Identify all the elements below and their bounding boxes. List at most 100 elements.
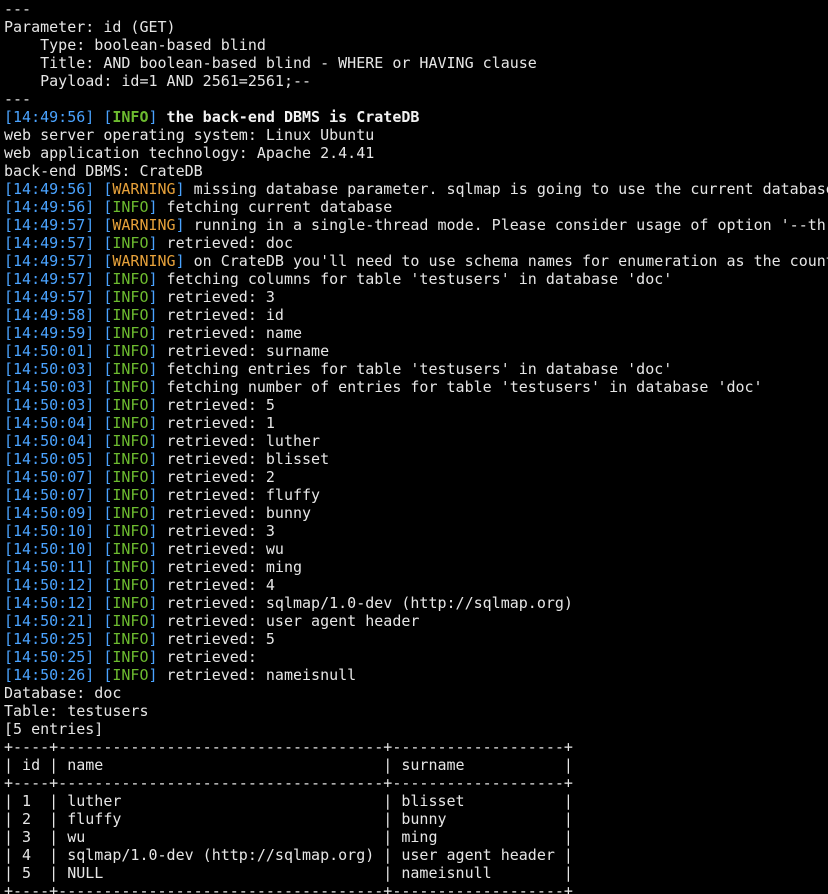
- log-message: missing database parameter. sqlmap is go…: [193, 180, 828, 198]
- output-line: Parameter: id (GET): [4, 18, 176, 36]
- timestamp: 14:49:56: [13, 198, 86, 216]
- log-message: retrieved: 3: [157, 522, 275, 540]
- log-message: retrieved: nameisnull: [157, 666, 357, 684]
- timestamp: 14:49:56: [13, 108, 86, 126]
- output-line: Table: testusers: [4, 702, 149, 720]
- dump-table: +----+----------------------------------…: [4, 738, 828, 894]
- log-line: [14:50:05] [INFO] retrieved: blisset: [4, 450, 330, 468]
- log-line: [14:50:11] [INFO] retrieved: ming: [4, 558, 303, 576]
- output-line: Database: doc: [4, 684, 122, 702]
- log-level: INFO: [112, 288, 149, 306]
- table-row: | 4 | sqlmap/1.0-dev (http://sqlmap.org)…: [4, 846, 573, 864]
- log-message: running in a single-thread mode. Please …: [193, 216, 828, 234]
- timestamp: 14:50:11: [13, 558, 86, 576]
- timestamp: 14:50:09: [13, 504, 86, 522]
- log-message: retrieved: luther: [157, 432, 321, 450]
- log-message: retrieved: 4: [157, 576, 275, 594]
- log-level: WARNING: [112, 216, 176, 234]
- output-line: web application technology: Apache 2.4.4…: [4, 144, 375, 162]
- log-message: retrieved: 3: [157, 288, 275, 306]
- table-row: | 5 | NULL | nameisnull |: [4, 864, 573, 882]
- log-level: INFO: [112, 576, 149, 594]
- output-line: Title: AND boolean-based blind - WHERE o…: [4, 54, 537, 72]
- log-message: retrieved: ming: [157, 558, 303, 576]
- timestamp: 14:50:12: [13, 594, 86, 612]
- log-line: [14:50:09] [INFO] retrieved: bunny: [4, 504, 312, 522]
- timestamp: 14:50:26: [13, 666, 86, 684]
- log-output: [14:49:56] [WARNING] missing database pa…: [4, 180, 828, 684]
- log-message: retrieved:: [157, 648, 257, 666]
- output-line: [5 entries]: [4, 720, 104, 738]
- log-level: INFO: [112, 378, 149, 396]
- timestamp: 14:50:01: [13, 342, 86, 360]
- output-line: back-end DBMS: CrateDB: [4, 162, 203, 180]
- server-info: web server operating system: Linux Ubunt…: [4, 126, 828, 180]
- log-line: [14:50:04] [INFO] retrieved: luther: [4, 432, 321, 450]
- log-message: retrieved: doc: [157, 234, 293, 252]
- timestamp: 14:49:58: [13, 306, 86, 324]
- timestamp: 14:50:03: [13, 396, 86, 414]
- log-message: retrieved: id: [157, 306, 284, 324]
- table-row: | 3 | wu | ming |: [4, 828, 573, 846]
- timestamp: 14:50:07: [13, 468, 86, 486]
- log-message: retrieved: blisset: [157, 450, 330, 468]
- timestamp: 14:50:21: [13, 612, 86, 630]
- output-line: Type: boolean-based blind: [4, 36, 266, 54]
- log-level: WARNING: [112, 252, 176, 270]
- log-message: retrieved: 1: [157, 414, 275, 432]
- log-line: [14:49:57] [WARNING] running in a single…: [4, 216, 828, 234]
- timestamp: 14:50:12: [13, 576, 86, 594]
- log-line: [14:50:03] [INFO] fetching entries for t…: [4, 360, 673, 378]
- log-message: fetching entries for table 'testusers' i…: [157, 360, 673, 378]
- log-level: INFO: [112, 306, 149, 324]
- log-level: INFO: [112, 630, 149, 648]
- log-level: INFO: [112, 396, 149, 414]
- log-level: WARNING: [112, 180, 176, 198]
- dbms-detected-log-line: [14:49:56] [INFO] the back-end DBMS is C…: [4, 108, 420, 126]
- log-level: INFO: [112, 234, 149, 252]
- log-line: [14:50:07] [INFO] retrieved: fluffy: [4, 486, 321, 504]
- log-line: [14:49:57] [INFO] retrieved: 3: [4, 288, 275, 306]
- table-row: +----+----------------------------------…: [4, 774, 573, 792]
- output-line: ---: [4, 0, 32, 18]
- log-message: fetching number of entries for table 'te…: [157, 378, 763, 396]
- timestamp: 14:49:57: [13, 252, 86, 270]
- log-level: INFO: [112, 648, 149, 666]
- terminal-window[interactable]: --- Parameter: id (GET) Type: boolean-bas…: [0, 0, 828, 894]
- log-message: retrieved: sqlmap/1.0-dev (http://sqlmap…: [157, 594, 573, 612]
- log-level: INFO: [112, 594, 149, 612]
- log-level: INFO: [112, 504, 149, 522]
- timestamp: 14:50:10: [13, 522, 86, 540]
- timestamp: 14:49:57: [13, 270, 86, 288]
- log-level: INFO: [112, 450, 149, 468]
- log-level: INFO: [112, 360, 149, 378]
- timestamp: 14:50:03: [13, 378, 86, 396]
- log-line: [14:49:57] [WARNING] on CrateDB you'll n…: [4, 252, 828, 270]
- timestamp: 14:50:07: [13, 486, 86, 504]
- log-line: [14:49:57] [INFO] retrieved: doc: [4, 234, 293, 252]
- log-line: [14:50:12] [INFO] retrieved: 4: [4, 576, 275, 594]
- log-level: INFO: [112, 522, 149, 540]
- table-row: | 1 | luther | blisset |: [4, 792, 573, 810]
- output-line: web server operating system: Linux Ubunt…: [4, 126, 375, 144]
- log-line: [14:50:01] [INFO] retrieved: surname: [4, 342, 330, 360]
- timestamp: 14:50:05: [13, 450, 86, 468]
- log-level: INFO: [112, 108, 149, 126]
- log-line: [14:50:04] [INFO] retrieved: 1: [4, 414, 275, 432]
- timestamp: 14:50:04: [13, 432, 86, 450]
- timestamp: 14:50:25: [13, 630, 86, 648]
- log-line: [14:49:57] [INFO] fetching columns for t…: [4, 270, 673, 288]
- log-message: fetching current database: [157, 198, 393, 216]
- timestamp: 14:50:10: [13, 540, 86, 558]
- timestamp: 14:49:56: [13, 180, 86, 198]
- log-level: INFO: [112, 342, 149, 360]
- log-level: INFO: [112, 666, 149, 684]
- timestamp: 14:49:57: [13, 234, 86, 252]
- table-row: +----+----------------------------------…: [4, 738, 573, 756]
- log-line: [14:49:59] [INFO] retrieved: name: [4, 324, 303, 342]
- timestamp: 14:49:57: [13, 216, 86, 234]
- log-line: [14:50:12] [INFO] retrieved: sqlmap/1.0-…: [4, 594, 573, 612]
- injection-summary: --- Parameter: id (GET) Type: boolean-bas…: [4, 0, 828, 108]
- timestamp: 14:49:57: [13, 288, 86, 306]
- log-level: INFO: [112, 612, 149, 630]
